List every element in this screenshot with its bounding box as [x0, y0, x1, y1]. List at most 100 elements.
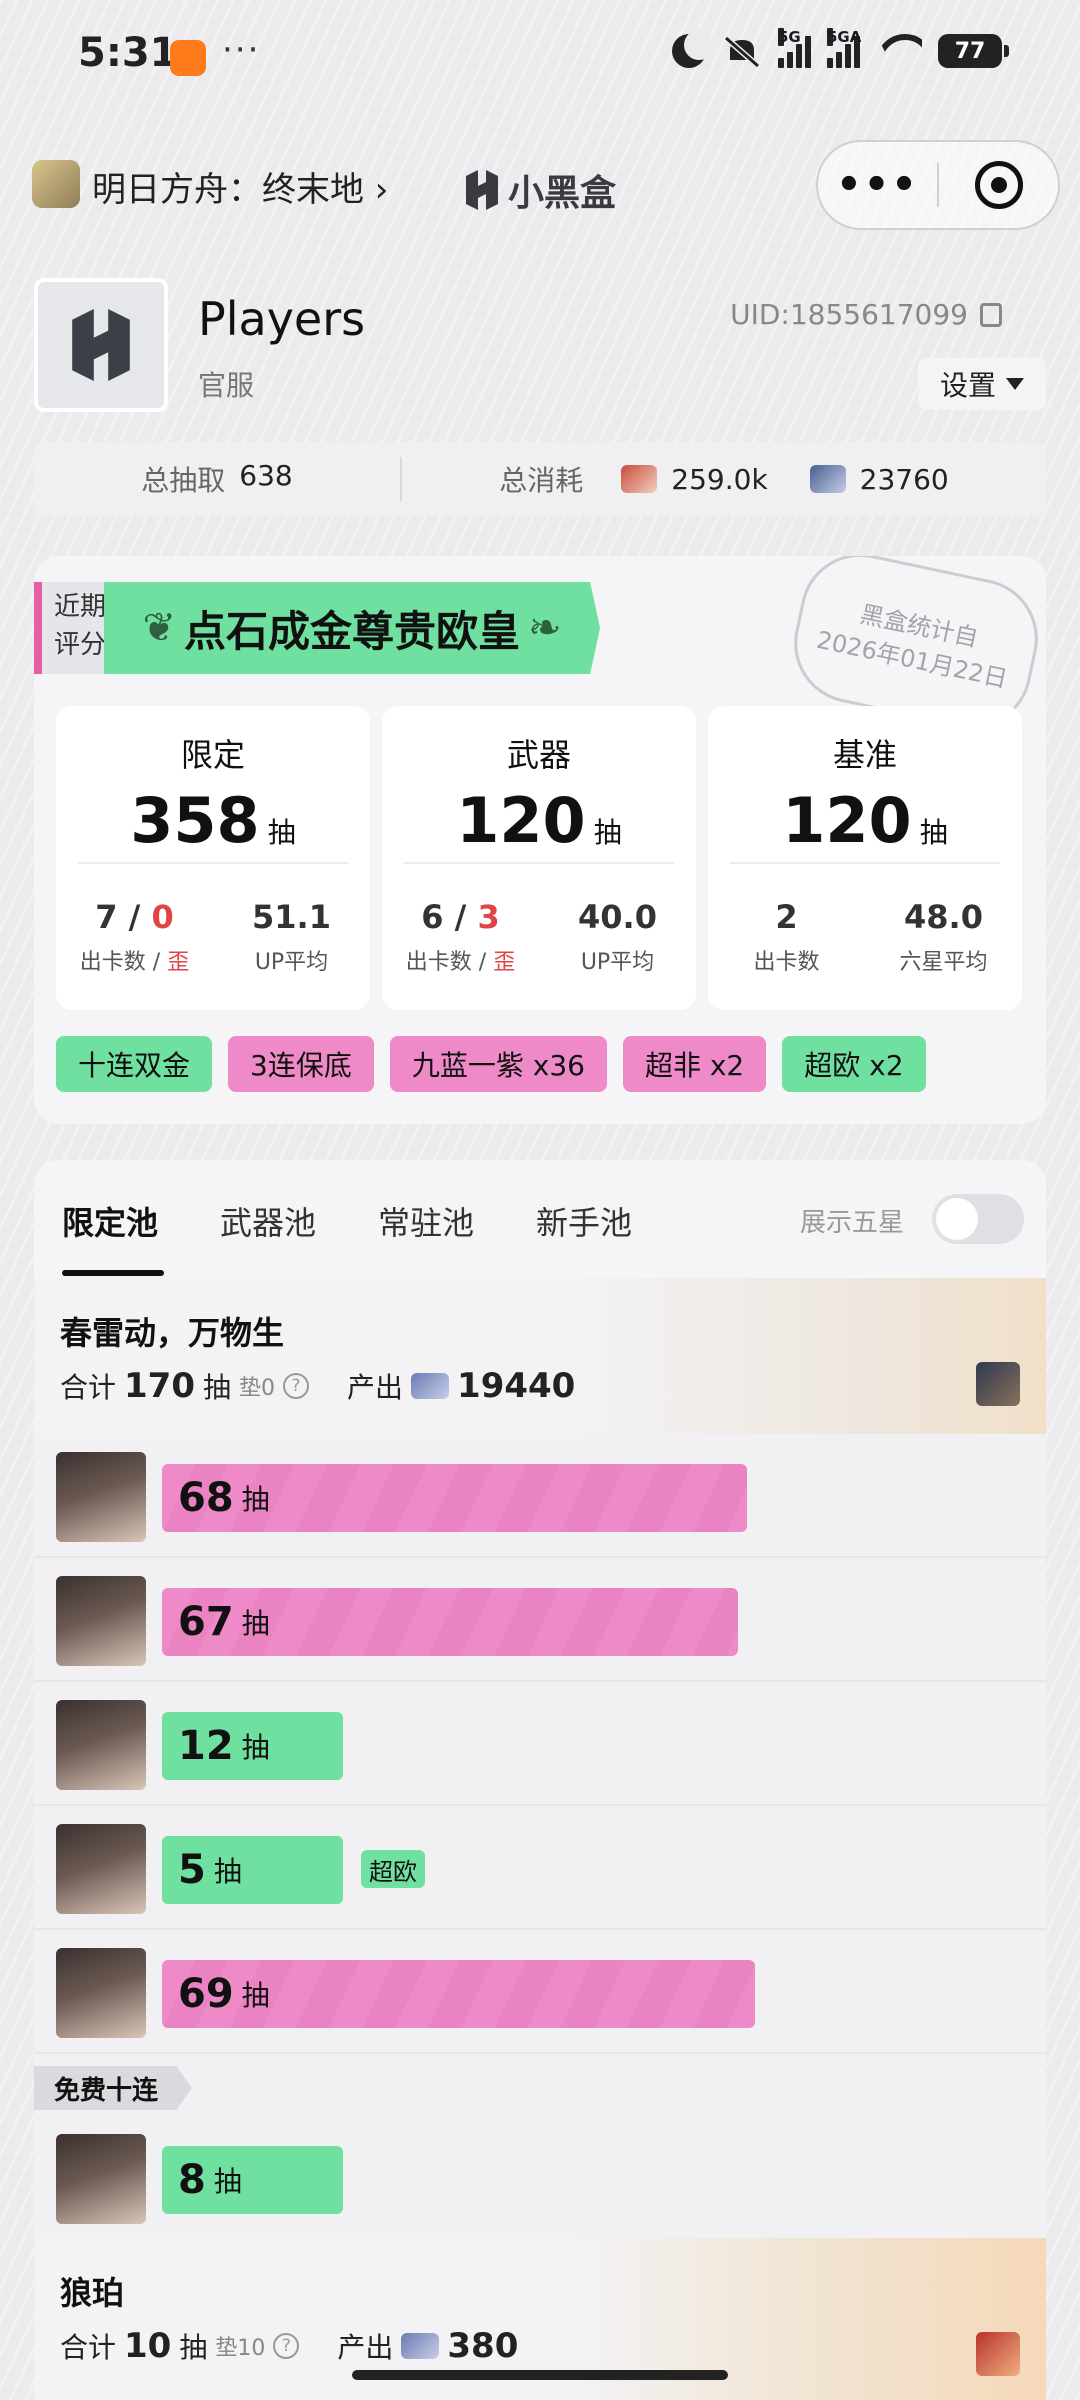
currency-a-icon [621, 465, 658, 493]
pull-bar: 8抽 [162, 2146, 343, 2214]
tab-weapon-pool[interactable]: 武器池 [220, 1198, 316, 1244]
status-bar: 5:31 ··· 5G 5GA 77 [0, 0, 1080, 120]
battery-icon: 77 [938, 34, 1009, 68]
stat-sub-right: 40.0 UP平均 [578, 898, 657, 975]
originium-icon [411, 1373, 450, 1399]
stat-pulls: 120 [782, 784, 912, 857]
pool-title: 狼珀 [60, 2274, 125, 2312]
tab-standard-pool[interactable]: 常驻池 [378, 1198, 474, 1244]
game-icon[interactable] [32, 160, 80, 208]
pull-row[interactable]: 8抽 [34, 2116, 1046, 2240]
help-icon[interactable]: ? [283, 1373, 310, 1399]
chip[interactable]: 3连保底 [228, 1036, 374, 1092]
cost-b-value: 23760 [859, 462, 949, 496]
pull-row[interactable]: 68 抽 [34, 1434, 1046, 1558]
operator-avatar [56, 1948, 146, 2038]
stat-card-standard[interactable]: 基准 120 抽 2 出卡数 48.0 六星平均 [708, 706, 1022, 1010]
signal-icon-2: 5GA [827, 28, 861, 68]
pull-row[interactable]: 69 抽 [34, 1930, 1046, 2054]
currency-b-icon [809, 465, 846, 493]
tab-beginner-pool[interactable]: 新手池 [536, 1198, 632, 1244]
stat-card-limited[interactable]: 限定 358 抽 7 / 0 出卡数 / 歪 51.1 UP平均 [56, 706, 370, 1010]
chip[interactable]: 九蓝一紫 x36 [389, 1036, 607, 1092]
show-five-star-label: 展示五星 [800, 1208, 905, 1238]
game-name-link[interactable]: 明日方舟：终末地 › [92, 162, 388, 211]
chip[interactable]: 超欧 x2 [782, 1036, 926, 1092]
stat-unit: 抽 [267, 816, 296, 849]
chip[interactable]: 十连双金 [56, 1036, 213, 1092]
pool-meta: 合计 10 抽 垫10 ? 产出 380 [60, 2326, 519, 2366]
pool-tabs: 限定池 武器池 常驻池 新手池 展示五星 [34, 1160, 1046, 1278]
stat-pulls: 358 [130, 784, 260, 857]
more-menu-button[interactable]: ••• [818, 162, 937, 208]
brand-avatar-icon [72, 309, 130, 381]
total-pulls-value: 638 [239, 459, 293, 492]
laurel-left-icon: ❦ [142, 605, 176, 651]
stat-sub-left: 2 出卡数 [753, 898, 820, 975]
operator-avatar [56, 2134, 146, 2224]
uid-label[interactable]: UID:1855617099 [730, 298, 1002, 331]
settings-label: 设置 [939, 369, 996, 402]
brand-name: 小黑盒 [508, 173, 617, 214]
pool-banner-art [566, 1278, 1046, 1434]
cost-a-value: 259.0k [671, 462, 768, 496]
divider [78, 862, 348, 864]
more-notifications-icon: ··· [222, 30, 261, 70]
stat-sub-left: 7 / 0 出卡数 / 歪 [79, 898, 190, 975]
avatar[interactable] [34, 278, 168, 412]
rating-title-banner: ❦ 点石成金尊贵欧皇 ❧ [104, 582, 600, 674]
stat-unit: 抽 [919, 816, 948, 849]
operator-avatar [56, 1700, 146, 1790]
pull-bar: 5抽 [162, 1836, 343, 1904]
server-name: 官服 [198, 369, 255, 402]
divider [404, 862, 674, 864]
operator-avatar [56, 1576, 146, 1666]
free-ten-pull-tag: 免费十连 [34, 2066, 192, 2110]
rating-card: 黑盒统计自 2026年01月22日 近期 评分 ❦ 点石成金尊贵欧皇 ❧ 限定 … [34, 556, 1046, 1124]
copy-icon[interactable] [980, 302, 1002, 327]
pull-row[interactable]: 12 抽 [34, 1682, 1046, 1806]
brand-logo-icon [466, 170, 498, 210]
pool-meta: 合计 170 抽 垫0 ? 产出 19440 [60, 1366, 576, 1406]
stat-title: 限定 [180, 736, 245, 774]
stat-sub-right: 48.0 六星平均 [899, 898, 988, 975]
pool-operator-icon [976, 2332, 1020, 2376]
dnd-moon-icon [672, 30, 714, 68]
tab-limited-pool[interactable]: 限定池 [62, 1198, 158, 1244]
mute-icon [722, 34, 762, 69]
divider [730, 862, 1000, 864]
pull-row[interactable]: 5 抽超欧 [34, 1806, 1046, 1930]
pull-bar: 68 抽 [162, 1464, 747, 1532]
total-pulls-label: 总抽取 [141, 464, 226, 497]
pull-bar: 67 抽 [162, 1588, 738, 1656]
stat-unit: 抽 [593, 816, 622, 849]
pull-row[interactable]: 67 抽 [34, 1558, 1046, 1682]
brand-logo: 小黑盒 [462, 164, 616, 216]
pool-title: 春雷动，万物生 [60, 1314, 285, 1352]
originium-icon [401, 2333, 440, 2359]
caret-down-icon [1006, 378, 1024, 390]
home-indicator[interactable] [352, 2370, 728, 2380]
pool-operator-icon [976, 1362, 1020, 1406]
active-tab-indicator [62, 1270, 164, 1276]
recent-rating-tag: 近期 评分 [34, 582, 108, 674]
laurel-right-icon: ❧ [528, 605, 562, 651]
signal-icon: 5G [778, 28, 811, 68]
pull-bar: 12 抽 [162, 1712, 343, 1780]
show-five-star-toggle[interactable] [932, 1194, 1024, 1244]
settings-button[interactable]: 设置 [918, 358, 1046, 410]
help-icon[interactable]: ? [273, 2333, 300, 2359]
mini-program-capsule: ••• [816, 140, 1060, 230]
close-mini-program-button[interactable] [939, 161, 1058, 209]
app-notification-icon [170, 40, 206, 76]
stat-sub-left: 6 / 3 出卡数 / 歪 [405, 898, 516, 975]
target-icon [974, 161, 1023, 209]
operator-avatar [56, 1824, 146, 1914]
pool-header[interactable]: 春雷动，万物生 合计 170 抽 垫0 ? 产出 19440 [34, 1278, 1046, 1434]
stat-card-weapon[interactable]: 武器 120 抽 6 / 3 出卡数 / 歪 40.0 UP平均 [382, 706, 696, 1010]
summary-bar: 总抽取 638 总消耗 259.0k 23760 [34, 442, 1046, 516]
chip[interactable]: 超非 x2 [622, 1036, 767, 1092]
player-name: Players [198, 292, 366, 346]
pool-stats: 限定 358 抽 7 / 0 出卡数 / 歪 51.1 UP平均 武器 120 抽 … [56, 706, 1022, 1010]
stat-title: 基准 [832, 736, 897, 774]
